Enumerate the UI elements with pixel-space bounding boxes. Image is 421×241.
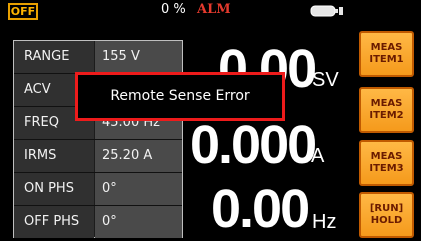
softkey-line2: ITEM3 <box>369 163 404 174</box>
param-label: RANGE <box>14 41 94 73</box>
softkey-line1: MEAS <box>370 151 403 162</box>
param-row-irms[interactable]: IRMS 25.20 A <box>14 140 182 172</box>
param-label: IRMS <box>14 140 94 172</box>
param-value: 0° <box>95 173 182 205</box>
status-bar: OFF 0 % ALM <box>0 0 421 22</box>
meas-item3-softkey[interactable]: MEAS ITEM3 <box>359 140 414 186</box>
softkey-line2: ITEM1 <box>369 54 404 65</box>
alarm-indicator: ALM <box>197 2 231 17</box>
meas-item2-softkey[interactable]: MEAS ITEM2 <box>359 87 414 133</box>
softkey-line1: MEAS <box>370 98 403 109</box>
remote-sense-error-popup: Remote Sense Error <box>75 72 285 121</box>
instrument-display: OFF 0 % ALM RANGE 155 V ACV FREQ 45.00 H… <box>0 0 421 241</box>
softkey-line1: MEAS <box>370 42 403 53</box>
meas-item1-softkey[interactable]: MEAS ITEM1 <box>359 31 414 77</box>
run-hold-softkey[interactable]: [RUN] HOLD <box>359 192 414 238</box>
param-value: 155 V <box>95 41 182 73</box>
param-row-range[interactable]: RANGE 155 V <box>14 41 182 73</box>
battery-plug-icon <box>310 5 343 17</box>
output-state-badge: OFF <box>8 3 38 20</box>
param-row-off-phs[interactable]: OFF PHS 0° <box>14 206 182 238</box>
current-unit: A <box>311 145 325 167</box>
param-row-on-phs[interactable]: ON PHS 0° <box>14 173 182 205</box>
current-reading: 0.000 <box>190 115 317 175</box>
softkey-line2: HOLD <box>370 215 403 226</box>
param-label: OFF PHS <box>14 206 94 238</box>
param-value: 25.20 A <box>95 140 182 172</box>
frequency-unit: Hz <box>312 211 337 233</box>
voltage-unit: SV <box>312 69 339 91</box>
param-value: 0° <box>95 206 182 238</box>
frequency-reading: 0.00 <box>211 179 310 239</box>
softkey-line2: ITEM2 <box>369 110 404 121</box>
parameter-table: RANGE 155 V ACV FREQ 45.00 Hz IRMS 25.20… <box>13 40 183 238</box>
softkey-line1: [RUN] <box>369 203 404 214</box>
percent-readout: 0 % <box>161 2 186 17</box>
param-label: ON PHS <box>14 173 94 205</box>
